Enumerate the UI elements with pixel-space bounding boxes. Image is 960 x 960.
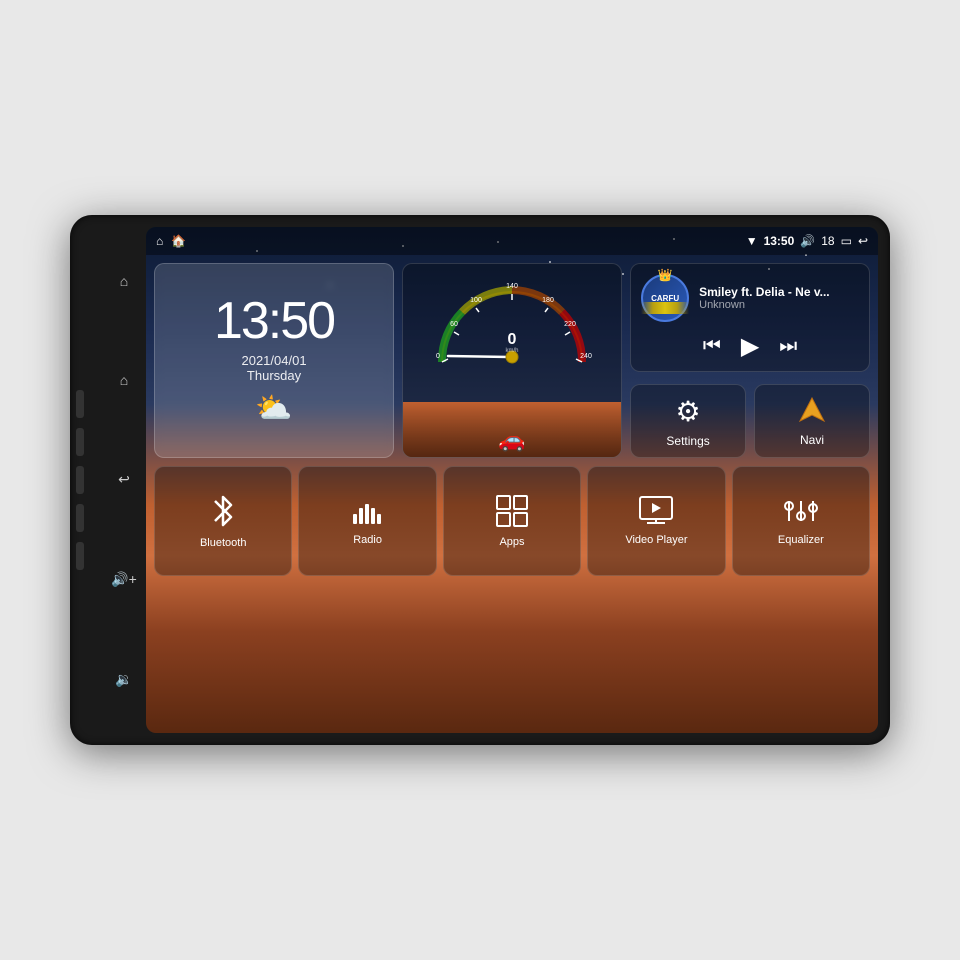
svg-text:0: 0	[508, 331, 517, 348]
back-status-icon[interactable]: ↩	[858, 234, 868, 248]
music-logo-wrap: 👑 CARFU	[641, 274, 689, 322]
bottom-row: Bluetooth Radio	[154, 466, 870, 576]
apps-label: Apps	[499, 536, 524, 548]
status-left: ⌂ 🏠	[156, 234, 186, 248]
weather-icon: ⛅	[255, 391, 292, 426]
battery-icon: ▭	[841, 234, 852, 248]
recent-status-icon[interactable]: 🏠	[171, 234, 186, 248]
back-icon[interactable]: ↩	[118, 471, 130, 488]
equalizer-label: Equalizer	[778, 534, 824, 546]
video-player-icon	[639, 496, 673, 526]
right-column: 👑 CARFU Smiley ft. Delia - Ne v... Unkno…	[630, 263, 870, 458]
car-head-unit: ⌂ ⌂ ↩ 🔊+ 🔉 ⌂ 🏠 ▼	[70, 215, 890, 745]
road-scene: 🚗	[403, 402, 621, 457]
bluetooth-icon	[207, 493, 239, 529]
clock-date: 2021/04/01	[241, 353, 306, 368]
settings-icon: ⚙	[676, 395, 701, 428]
music-ribbon	[641, 302, 689, 314]
navi-label: Navi	[800, 433, 824, 447]
music-artist: Unknown	[699, 299, 859, 311]
apps-button[interactable]: Apps	[443, 466, 581, 576]
speedometer-widget: 0 60 100 140 180 220 240 0	[402, 263, 622, 458]
svg-text:100: 100	[470, 297, 482, 304]
play-button[interactable]: ▶	[741, 332, 759, 361]
left-panel: ⌂ ⌂ ↩ 🔊+ 🔉	[110, 227, 138, 733]
svg-text:240: 240	[580, 353, 592, 360]
radio-button[interactable]: Radio	[298, 466, 436, 576]
car-icon: 🚗	[498, 427, 525, 453]
main-content: 13:50 2021/04/01 Thursday ⛅	[146, 255, 878, 733]
svg-text:180: 180	[542, 297, 554, 304]
side-buttons	[70, 390, 90, 570]
volume-level: 18	[821, 234, 834, 248]
next-button[interactable]: ⏭	[779, 335, 797, 358]
settings-navi-row: ⚙ Settings Navi	[630, 384, 870, 458]
clock-time: 13:50	[214, 295, 334, 347]
vol-up-icon[interactable]: 🔊+	[111, 571, 137, 588]
equalizer-button[interactable]: Equalizer	[732, 466, 870, 576]
status-right: ▼ 13:50 🔊 18 ▭ ↩	[746, 234, 868, 248]
svg-text:140: 140	[506, 283, 518, 290]
status-bar: ⌂ 🏠 ▼ 13:50 🔊 18 ▭ ↩	[146, 227, 878, 255]
settings-label: Settings	[666, 434, 709, 448]
music-controls: ⏮ ▶ ⏭	[641, 332, 859, 361]
svg-text:km/h: km/h	[506, 348, 519, 354]
navi-icon	[796, 395, 828, 427]
video-player-label: Video Player	[625, 534, 687, 546]
bluetooth-button[interactable]: Bluetooth	[154, 466, 292, 576]
music-title: Smiley ft. Delia - Ne v...	[699, 285, 859, 299]
settings-card[interactable]: ⚙ Settings	[630, 384, 746, 458]
bluetooth-label: Bluetooth	[200, 537, 246, 549]
wifi-icon: ▼	[746, 234, 758, 248]
navi-card[interactable]: Navi	[754, 384, 870, 458]
video-player-button[interactable]: Video Player	[587, 466, 725, 576]
music-widget: 👑 CARFU Smiley ft. Delia - Ne v... Unkno…	[630, 263, 870, 372]
home-icon[interactable]: ⌂	[120, 273, 128, 289]
volume-icon: 🔊	[800, 234, 815, 248]
home-button[interactable]	[76, 428, 84, 456]
music-info: Smiley ft. Delia - Ne v... Unknown	[699, 285, 859, 311]
status-time: 13:50	[764, 234, 795, 248]
home-status-icon[interactable]: ⌂	[156, 234, 163, 248]
svg-text:220: 220	[564, 321, 576, 328]
vol-up-button[interactable]	[76, 504, 84, 532]
power-button[interactable]	[76, 390, 84, 418]
top-row: 13:50 2021/04/01 Thursday ⛅	[154, 263, 870, 458]
svg-text:0: 0	[436, 353, 440, 360]
radio-icon	[351, 496, 385, 526]
speedometer-gauge: 0 60 100 140 180 220 240 0	[432, 272, 592, 372]
nav-icon[interactable]: ⌂	[120, 372, 128, 388]
crown-badge: 👑	[658, 268, 673, 282]
music-top: 👑 CARFU Smiley ft. Delia - Ne v... Unkno…	[641, 274, 859, 322]
radio-label: Radio	[353, 534, 382, 546]
screen: ⌂ 🏠 ▼ 13:50 🔊 18 ▭ ↩ 13:50 2021/04/01 Th…	[146, 227, 878, 733]
prev-button[interactable]: ⏮	[703, 335, 721, 358]
svg-text:60: 60	[450, 321, 458, 328]
vol-down-icon[interactable]: 🔉	[115, 671, 132, 688]
vol-down-button[interactable]	[76, 542, 84, 570]
apps-icon	[495, 494, 529, 528]
clock-day: Thursday	[247, 368, 301, 383]
clock-widget: 13:50 2021/04/01 Thursday ⛅	[154, 263, 394, 458]
back-button[interactable]	[76, 466, 84, 494]
equalizer-icon	[783, 496, 819, 526]
